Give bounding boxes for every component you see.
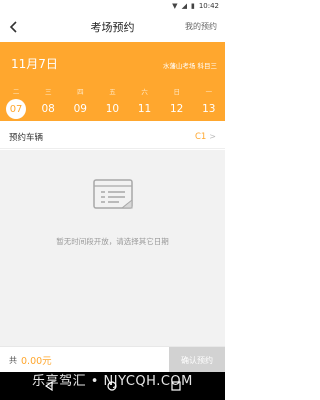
signal-icon: ◢ — [181, 1, 187, 10]
watermark-text: 乐享驾汇 • NJYCQH.COM — [32, 374, 193, 389]
status-time: 10:42 — [198, 2, 219, 10]
chevron-left-icon[interactable] — [8, 20, 20, 34]
vehicle-selector[interactable]: 预约车辆 C1 > — [0, 125, 225, 149]
chevron-right-icon: > — [209, 132, 216, 141]
day-cell[interactable]: 11 — [129, 98, 161, 120]
wifi-icon: ▼ — [172, 1, 178, 10]
day-number: 07 — [6, 99, 27, 119]
day-cell[interactable]: 09 — [64, 98, 96, 120]
day-cell[interactable]: 10 — [96, 98, 128, 120]
weekday-label: 五 — [109, 88, 116, 96]
document-icon — [93, 179, 133, 209]
weekday-label: 一 — [205, 88, 213, 96]
exam-location: 水藩山考场 科目三 — [162, 62, 217, 70]
footer-bar: 共 0.00元 确认预约 — [0, 346, 225, 373]
status-bar: ▼ ◢ ▮ 10:42 — [0, 0, 225, 12]
selected-date: 11月7日 — [11, 57, 58, 71]
day-cell[interactable]: 13 — [193, 98, 225, 120]
total-label: 共 — [9, 356, 17, 365]
vehicle-label: 预约车辆 — [9, 132, 44, 143]
vehicle-value: C1 — [194, 131, 207, 142]
weekday-label: 六 — [141, 88, 148, 96]
weekday-label: 四 — [77, 88, 84, 96]
day-cell[interactable]: 08 — [32, 98, 64, 120]
weekday-label: 日 — [173, 88, 180, 96]
battery-icon: ▮ — [190, 1, 195, 10]
slot-list-area: 暂无时间段开放，请选择其它日期 — [0, 150, 225, 346]
page-title: 考场预约 — [90, 21, 135, 34]
day-cell[interactable]: 12 — [161, 98, 193, 120]
empty-message: 暂无时间段开放，请选择其它日期 — [56, 237, 169, 246]
app-header: 考场预约 我的预约 — [0, 12, 225, 42]
my-appointments-link[interactable]: 我的预约 — [185, 21, 217, 32]
day-cell-selected[interactable]: 07 — [0, 98, 32, 120]
date-panel: 11月7日 水藩山考场 科目三 二 三 四 五 六 日 一 07 08 09 1… — [0, 42, 225, 121]
weekday-row: 二 三 四 五 六 日 一 — [0, 86, 225, 96]
day-row: 07 08 09 10 11 12 13 — [0, 98, 225, 120]
weekday-label: 二 — [12, 88, 20, 96]
total-amount: 0.00元 — [21, 356, 52, 367]
weekday-label: 三 — [44, 88, 52, 96]
